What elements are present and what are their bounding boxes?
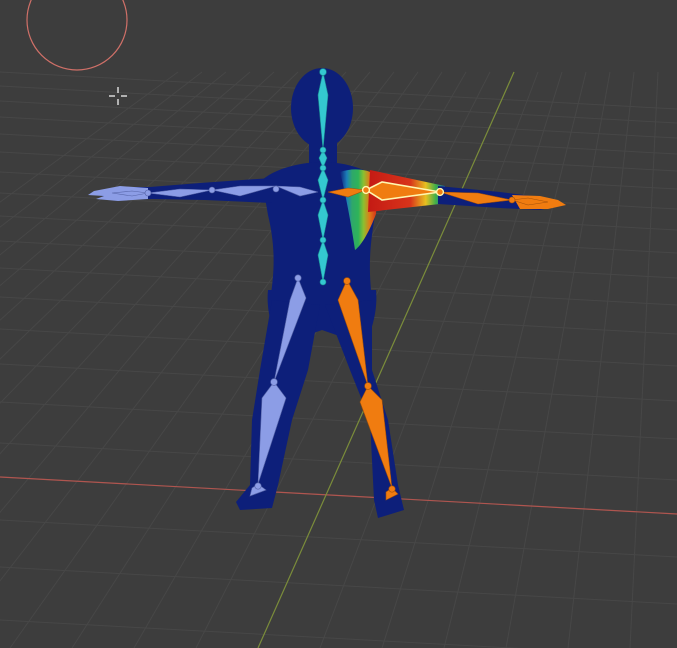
crosshair-icon[interactable]	[109, 87, 127, 105]
grid-line	[381, 71, 563, 648]
3d-viewport[interactable]	[0, 0, 677, 648]
grid-line	[505, 71, 611, 648]
x-axis-line	[0, 476, 677, 515]
grid-line	[0, 442, 677, 481]
grid-line	[629, 71, 659, 648]
grid-line	[0, 519, 677, 558]
floor-grid	[0, 71, 677, 648]
grid-line	[567, 71, 635, 648]
spine-bones[interactable]	[317, 68, 329, 286]
grid-line	[0, 619, 522, 648]
grid-line	[0, 71, 203, 228]
viewport-canvas[interactable]	[0, 0, 677, 648]
grid-line	[0, 71, 275, 321]
grid-line	[0, 401, 677, 440]
brush-cursor-circle	[26, 0, 128, 71]
character-mesh[interactable]	[88, 68, 566, 518]
